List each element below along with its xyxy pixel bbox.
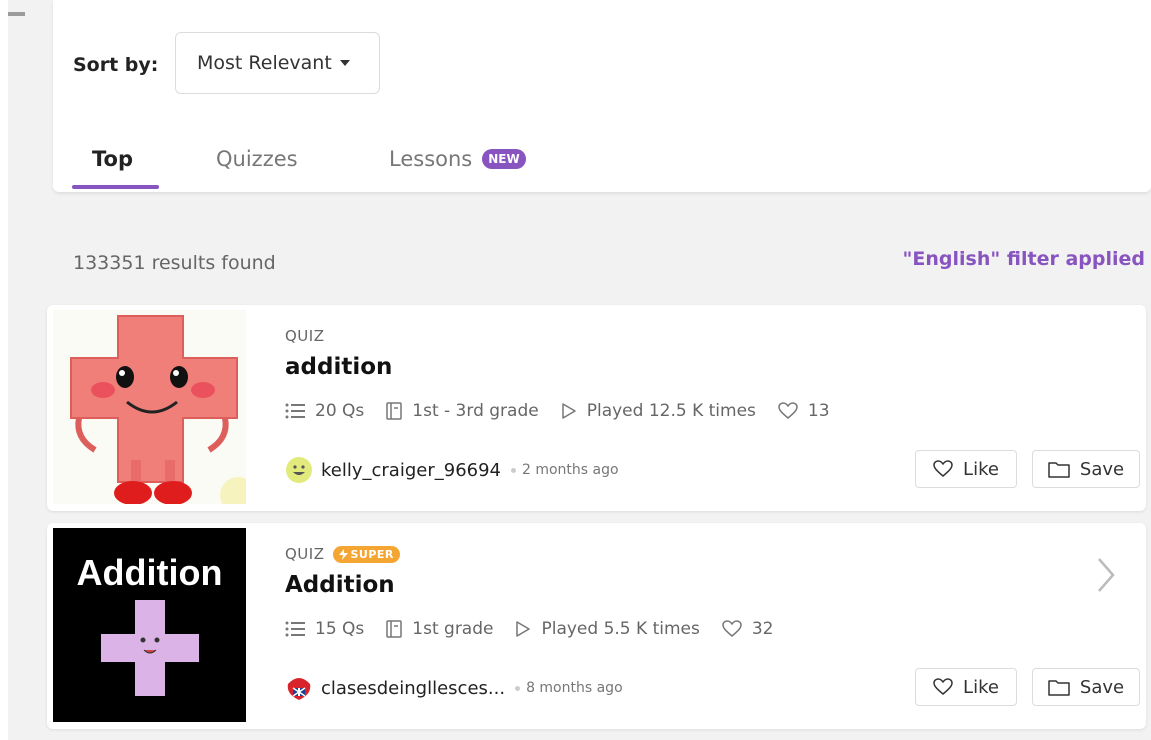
meta-grade: 1st - 3rd grade xyxy=(386,401,539,421)
caret-down-icon xyxy=(339,60,350,66)
card-type: QUIZ SUPER xyxy=(285,545,400,563)
meta-grade: 1st grade xyxy=(386,619,493,639)
sort-dropdown[interactable]: Most Relevant xyxy=(175,32,380,94)
author-row: clasesdeingllesces... 8 months ago xyxy=(285,674,623,702)
heart-icon xyxy=(722,620,742,637)
list-icon xyxy=(285,403,305,419)
play-icon xyxy=(561,403,576,419)
time-ago: 8 months ago xyxy=(526,680,623,696)
meta-played: Played 12.5 K times xyxy=(561,401,756,421)
folder-icon xyxy=(1048,680,1070,696)
sort-label: Sort by: xyxy=(73,54,159,76)
quiz-card[interactable]: QUIZ addition 20 Qs 1st - 3rd grade Play… xyxy=(47,305,1146,511)
likes-count: 32 xyxy=(751,619,774,639)
left-edge xyxy=(0,0,8,740)
author-name[interactable]: clasesdeingllesces... xyxy=(321,678,505,699)
like-label: Like xyxy=(963,676,999,698)
avatar[interactable] xyxy=(285,674,313,702)
tab-top[interactable]: Top xyxy=(92,147,133,171)
lightning-icon xyxy=(338,548,348,560)
tab-lessons[interactable]: Lessons NEW xyxy=(389,147,526,171)
played-count: Played 12.5 K times xyxy=(586,401,756,421)
card-title[interactable]: addition xyxy=(285,354,392,380)
card-meta: 20 Qs 1st - 3rd grade Played 12.5 K time… xyxy=(285,401,852,421)
played-count: Played 5.5 K times xyxy=(541,619,700,639)
save-label: Save xyxy=(1079,676,1125,698)
active-tab-indicator xyxy=(72,185,159,189)
quiz-card[interactable]: Addition QUIZ SUPER Addition 15 Qs 1st g… xyxy=(47,523,1146,729)
filter-applied-link[interactable]: "English" filter applied xyxy=(903,248,1145,270)
separator-dot xyxy=(515,685,521,691)
purple-plus-character-image xyxy=(101,600,199,696)
chevron-right-icon[interactable] xyxy=(1091,555,1121,595)
meta-questions: 20 Qs xyxy=(285,401,364,421)
save-button[interactable]: Save xyxy=(1032,668,1140,706)
questions-count: 15 Qs xyxy=(315,619,365,639)
new-badge: NEW xyxy=(482,149,526,169)
book-icon xyxy=(386,620,403,638)
time-ago: 2 months ago xyxy=(522,462,619,478)
card-type: QUIZ xyxy=(285,327,325,345)
book-icon xyxy=(386,402,403,420)
pink-plus-character-image xyxy=(53,310,246,504)
card-title[interactable]: Addition xyxy=(285,572,395,598)
separator-dot xyxy=(511,467,516,473)
questions-count: 20 Qs xyxy=(315,401,365,421)
card-type-label: QUIZ xyxy=(285,327,325,345)
corner-divider xyxy=(8,12,25,16)
search-options-panel: Sort by: Most Relevant Top Quizzes Lesso… xyxy=(53,0,1151,192)
tab-lessons-label: Lessons xyxy=(389,147,473,171)
tab-quizzes[interactable]: Quizzes xyxy=(216,147,298,171)
card-type-label: QUIZ xyxy=(285,545,325,563)
grade-level: 1st grade xyxy=(412,619,494,639)
super-badge-label: SUPER xyxy=(350,547,394,561)
grade-level: 1st - 3rd grade xyxy=(412,401,539,421)
sort-selected-value: Most Relevant xyxy=(197,52,332,74)
author-row: kelly_craiger_96694 2 months ago xyxy=(285,456,619,484)
folder-icon xyxy=(1048,462,1070,478)
play-icon xyxy=(516,621,531,637)
super-badge: SUPER xyxy=(332,545,400,563)
author-name[interactable]: kelly_craiger_96694 xyxy=(321,460,501,481)
quiz-thumbnail[interactable]: Addition xyxy=(53,528,246,722)
meta-likes: 13 xyxy=(778,401,830,421)
results-count: 133351 results found xyxy=(73,252,276,274)
list-icon xyxy=(285,621,305,637)
likes-count: 13 xyxy=(807,401,830,421)
heart-icon xyxy=(933,460,953,477)
heart-icon xyxy=(933,678,953,695)
heart-icon xyxy=(778,402,798,419)
meta-questions: 15 Qs xyxy=(285,619,364,639)
like-button[interactable]: Like xyxy=(915,450,1017,488)
meta-likes: 32 xyxy=(722,619,774,639)
quiz-thumbnail[interactable] xyxy=(53,310,246,504)
card-meta: 15 Qs 1st grade Played 5.5 K times 32 xyxy=(285,619,796,639)
save-label: Save xyxy=(1079,458,1125,480)
avatar[interactable] xyxy=(285,456,313,484)
save-button[interactable]: Save xyxy=(1032,450,1140,488)
meta-played: Played 5.5 K times xyxy=(515,619,700,639)
like-label: Like xyxy=(963,458,999,480)
like-button[interactable]: Like xyxy=(915,668,1017,706)
